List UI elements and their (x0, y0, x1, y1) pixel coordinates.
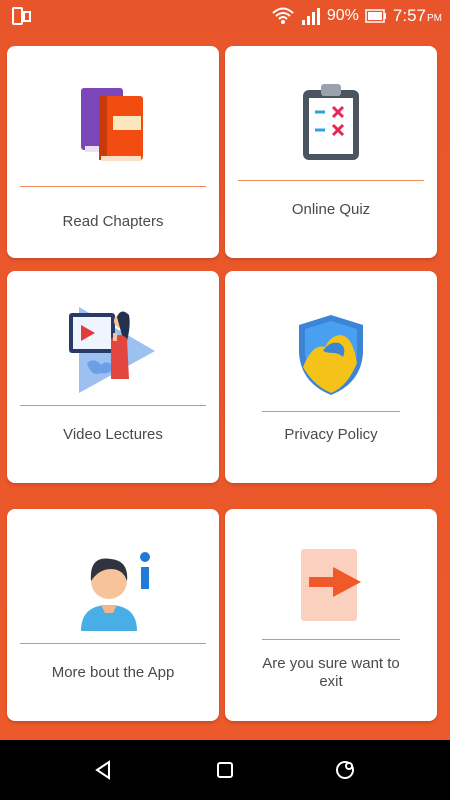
battery-icon (365, 9, 386, 23)
clock-ampm: PM (427, 13, 442, 24)
exit-label-line2: exit (319, 673, 343, 690)
divider (238, 180, 424, 181)
books-icon (81, 88, 143, 161)
about-app-card[interactable]: More bout the App (7, 509, 219, 721)
divider (20, 405, 206, 406)
read-chapters-card[interactable]: Read Chapters (7, 46, 219, 258)
divider (262, 639, 400, 640)
online-quiz-card[interactable]: Online Quiz (225, 46, 437, 258)
user-info-icon (81, 552, 150, 631)
clock: 7:57PM (393, 6, 442, 26)
about-app-label: More bout the App (51, 664, 175, 681)
exit-arrow-icon (301, 549, 361, 621)
shield-icon (299, 315, 363, 395)
privacy-policy-label: Privacy Policy (284, 426, 378, 443)
status-bar: 90% 7:57PM (0, 0, 450, 32)
battery-percent: 90% (326, 7, 359, 24)
clipboard-quiz-icon (303, 84, 359, 160)
exit-label-line1: Are you sure want to (262, 655, 400, 672)
divider (20, 186, 206, 187)
divider (20, 643, 206, 644)
signal-icon (301, 8, 320, 25)
back-icon[interactable] (93, 758, 117, 782)
online-quiz-label: Online Quiz (291, 201, 371, 218)
home-icon[interactable] (213, 758, 237, 782)
wifi-icon (272, 7, 294, 24)
video-lectures-card[interactable]: Video Lectures (7, 271, 219, 483)
phone-screen-icon (12, 7, 31, 25)
read-chapters-label: Read Chapters (62, 213, 164, 230)
privacy-policy-card[interactable]: Privacy Policy (225, 271, 437, 483)
video-lectures-label: Video Lectures (63, 426, 163, 443)
clock-time: 7:57 (392, 6, 426, 25)
divider (262, 411, 400, 412)
exit-card[interactable]: Are you sure want to exit (225, 509, 437, 721)
navigation-bar (0, 740, 450, 800)
recents-icon[interactable] (333, 758, 357, 782)
menu-grid: Read Chapters Online Quiz Video Lectures… (0, 32, 450, 740)
video-lecture-icon (69, 307, 155, 393)
